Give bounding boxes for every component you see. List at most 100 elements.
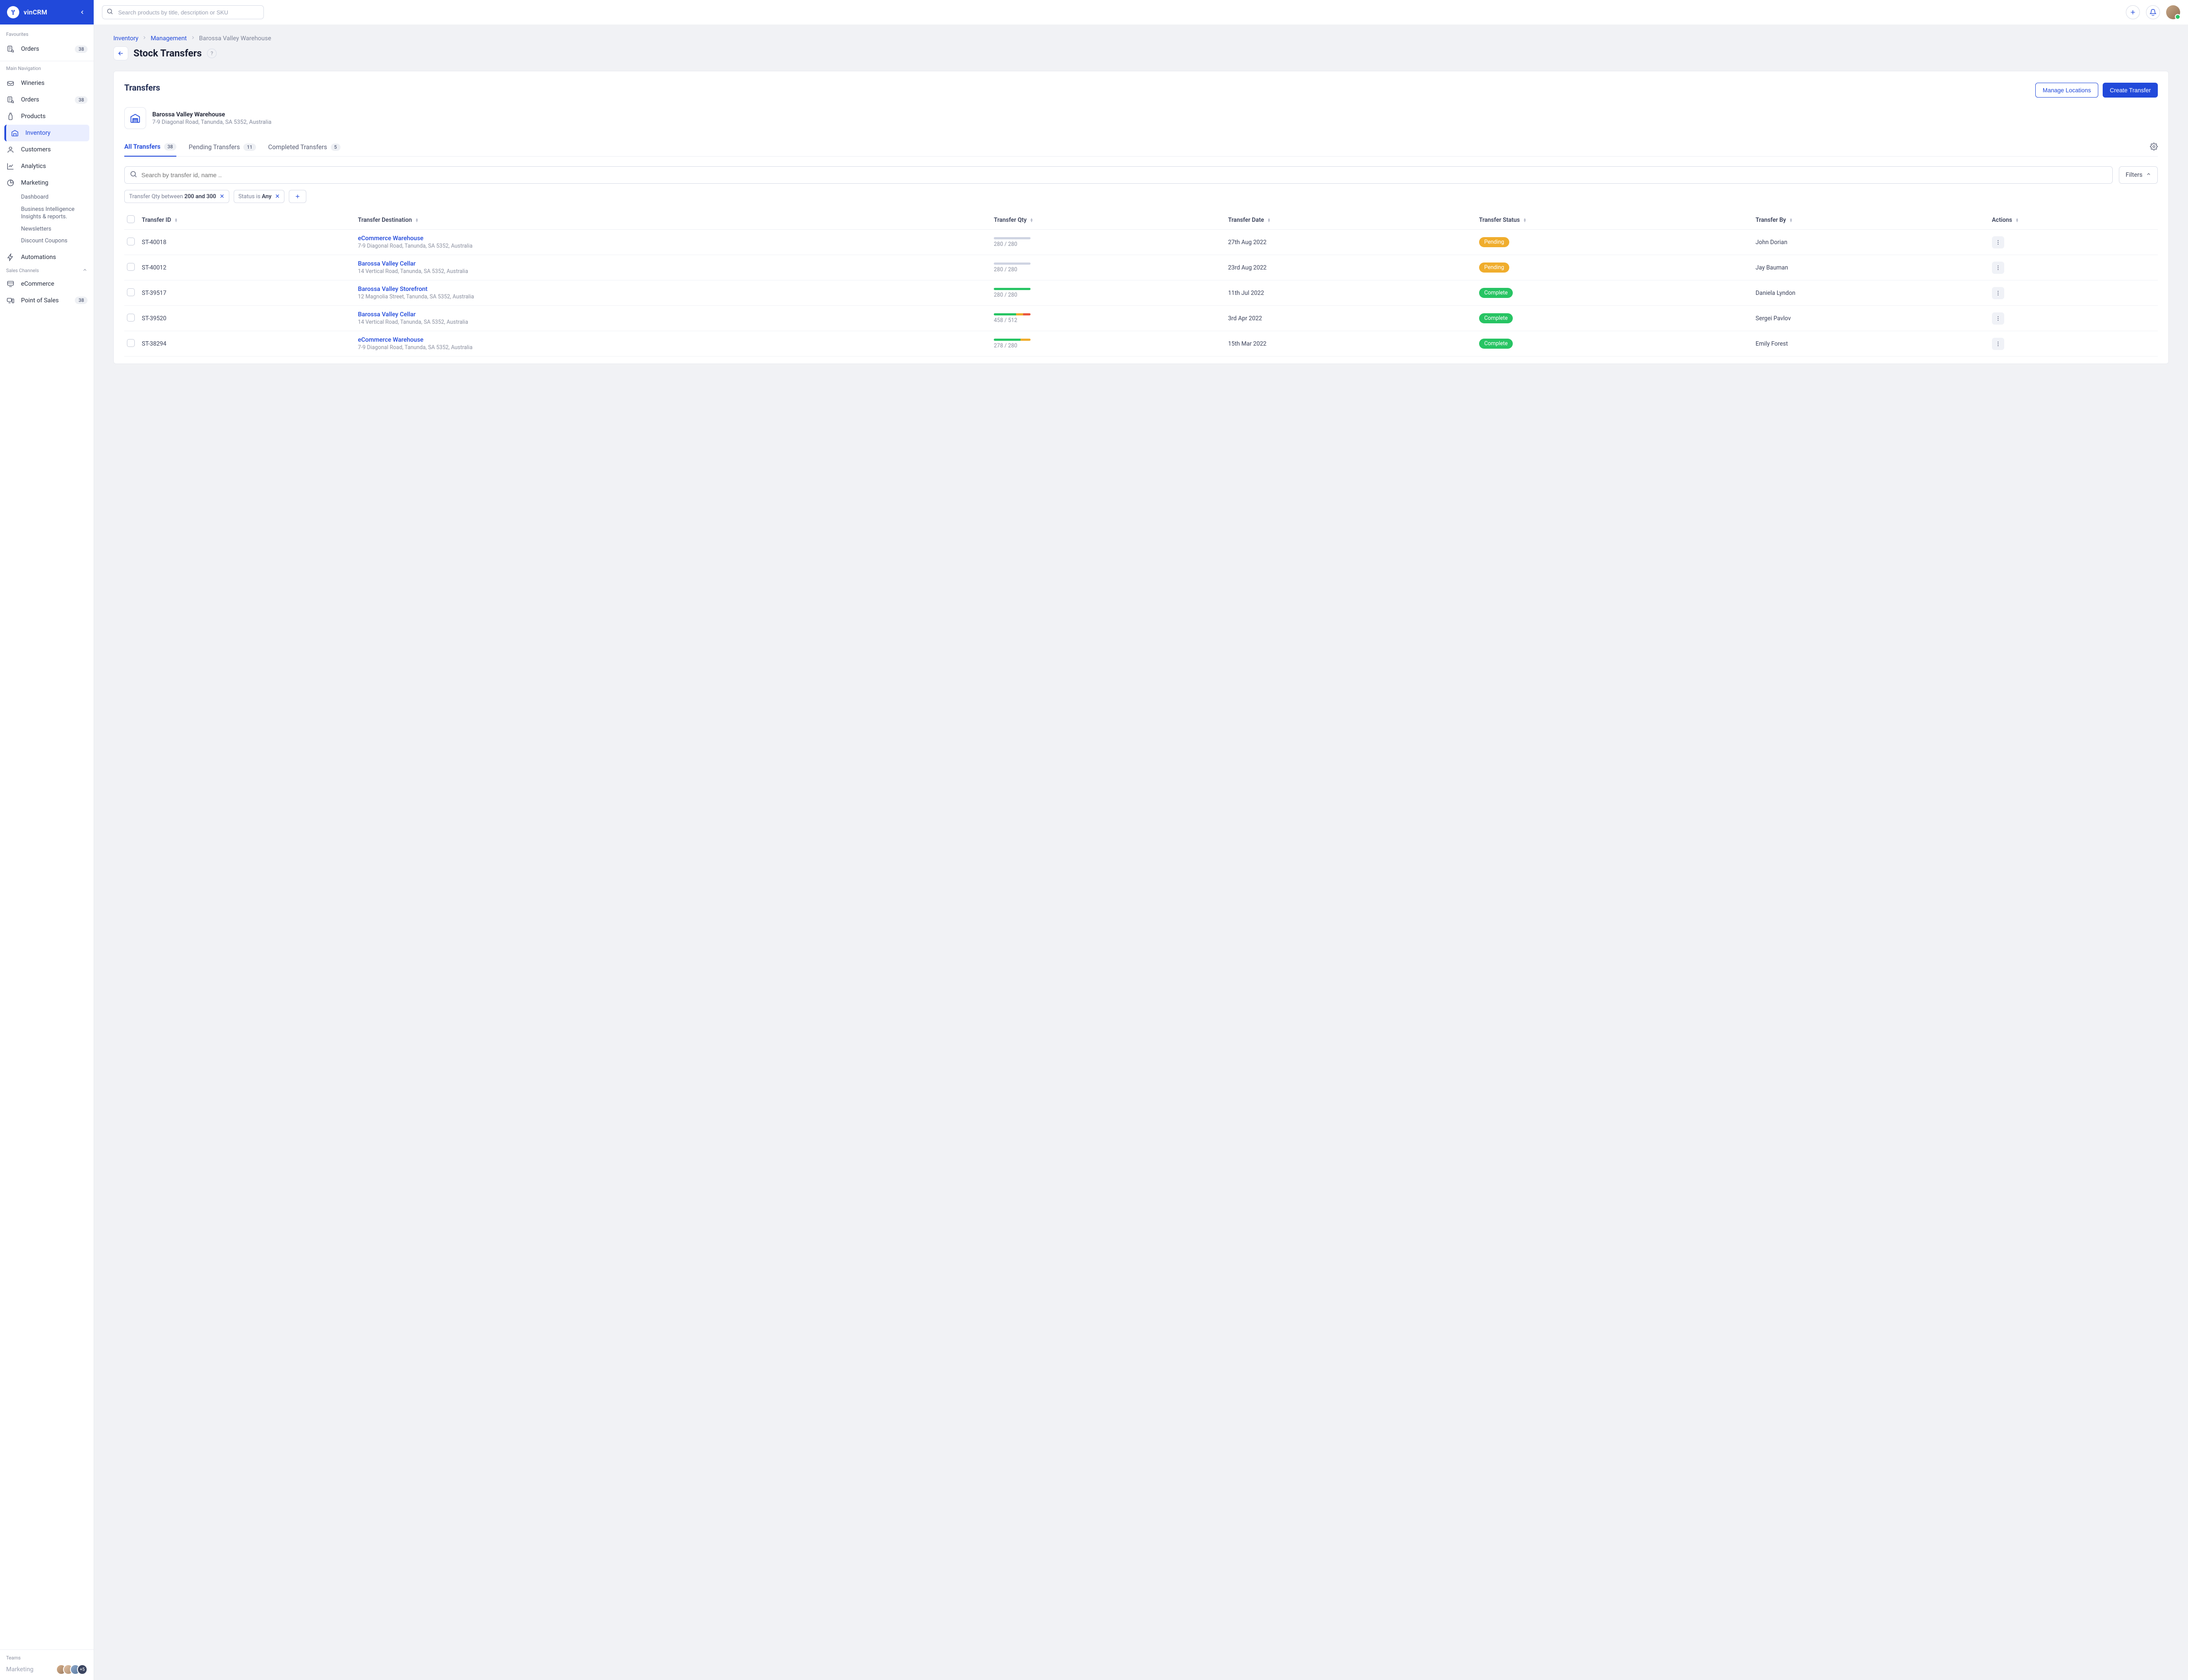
sidebar-item-badge: 38 — [75, 96, 88, 104]
add-filter-button[interactable] — [289, 190, 306, 203]
user-avatar[interactable] — [2166, 5, 2180, 19]
sidebar-item-pos[interactable]: Point of Sales38 — [0, 292, 94, 309]
transfer-by: Jay Bauman — [1753, 255, 1989, 280]
chevron-up-icon[interactable] — [82, 267, 88, 274]
transfer-qty: 458 / 512 — [994, 317, 1223, 324]
transfer-date: 23rd Aug 2022 — [1225, 255, 1476, 280]
sidebar-item-analytics[interactable]: Analytics — [0, 158, 94, 175]
transfer-id: ST-40012 — [139, 255, 355, 280]
team-avatars[interactable]: +5 — [56, 1664, 88, 1675]
manage-locations-button[interactable]: Manage Locations — [2035, 83, 2098, 98]
transfer-qty: 280 / 280 — [994, 266, 1223, 273]
transfers-table: Transfer ID ▲▼Transfer Destination ▲▼Tra… — [124, 211, 2158, 357]
pos-icon — [6, 296, 15, 305]
row-actions-button[interactable] — [1992, 262, 2004, 274]
sidebar-item-wineries[interactable]: Wineries — [0, 75, 94, 91]
back-button[interactable] — [113, 46, 128, 60]
transfer-search — [124, 166, 2113, 184]
products-icon — [6, 112, 15, 121]
transfer-search-input[interactable] — [124, 166, 2113, 184]
column-header[interactable]: Transfer Date ▲▼ — [1225, 211, 1476, 230]
tab[interactable]: All Transfers38 — [124, 139, 176, 157]
gear-icon[interactable] — [2150, 143, 2158, 152]
row-actions-button[interactable] — [1992, 338, 2004, 350]
app-logo[interactable]: vinCRM — [7, 6, 47, 18]
sidebar-item-label: Orders — [21, 96, 69, 103]
sidebar-subitem[interactable]: Business Intelligence Insights & reports… — [21, 203, 88, 223]
row-actions-button[interactable] — [1992, 287, 2004, 299]
add-button[interactable] — [2126, 5, 2140, 19]
sidebar-subitem[interactable]: Discount Coupons — [21, 235, 88, 247]
status-badge: Pending — [1479, 262, 1509, 273]
sidebar-item-orders[interactable]: Orders38 — [0, 41, 94, 57]
sidebar-item-orders[interactable]: Orders 38 — [0, 91, 94, 108]
sort-icon: ▲▼ — [415, 218, 419, 222]
sidebar-item-label: Orders — [21, 46, 69, 52]
column-header[interactable]: Transfer By ▲▼ — [1753, 211, 1989, 230]
destination-link[interactable]: Barossa Valley Cellar — [358, 260, 989, 267]
destination-link[interactable]: Barossa Valley Storefront — [358, 286, 989, 293]
column-header[interactable]: Transfer Destination ▲▼ — [355, 211, 991, 230]
tab[interactable]: Completed Transfers5 — [268, 139, 340, 156]
checkbox[interactable] — [127, 288, 135, 296]
breadcrumb-item[interactable]: Management — [151, 35, 186, 42]
sidebar-item-marketing[interactable]: Marketing — [0, 175, 94, 191]
column-header[interactable]: Transfer Status ▲▼ — [1476, 211, 1753, 230]
sidebar-item-label: Customers — [21, 146, 88, 153]
filters-button[interactable]: Filters — [2119, 166, 2158, 184]
search-input[interactable] — [102, 5, 264, 19]
tab[interactable]: Pending Transfers11 — [189, 139, 256, 156]
sidebar-subitem[interactable]: Dashboard — [21, 191, 88, 203]
breadcrumb-item[interactable]: Inventory — [113, 35, 138, 42]
row-actions-button[interactable] — [1992, 312, 2004, 325]
close-icon[interactable]: ✕ — [275, 193, 280, 200]
destination-link[interactable]: eCommerce Warehouse — [358, 336, 989, 343]
table-row: ST-39520Barossa Valley Cellar14 Vertical… — [124, 306, 2158, 331]
transfer-by: Daniela Lyndon — [1753, 280, 1989, 306]
column-header[interactable]: Actions ▲▼ — [1989, 211, 2158, 230]
team-name[interactable]: Marketing — [6, 1666, 34, 1673]
analytics-icon — [6, 162, 15, 171]
close-icon[interactable]: ✕ — [220, 193, 224, 200]
progress-bar — [994, 288, 1031, 290]
transfer-id: ST-39517 — [139, 280, 355, 306]
sidebar-subitem[interactable]: Newsletters — [21, 223, 88, 235]
help-button[interactable]: ? — [207, 49, 217, 58]
avatar-more[interactable]: +5 — [77, 1664, 88, 1675]
sidebar-collapse-icon[interactable] — [77, 7, 88, 18]
create-transfer-button[interactable]: Create Transfer — [2103, 83, 2158, 98]
table-row: ST-40012Barossa Valley Cellar14 Vertical… — [124, 255, 2158, 280]
notifications-button[interactable] — [2146, 5, 2160, 19]
destination-link[interactable]: eCommerce Warehouse — [358, 235, 989, 242]
section-sales-channels-label: Sales Channels — [6, 268, 39, 273]
checkbox[interactable] — [127, 238, 135, 245]
checkbox[interactable] — [127, 314, 135, 322]
sidebar-item-automations[interactable]: Automations — [0, 249, 94, 266]
wineries-icon — [6, 79, 15, 88]
orders-icon — [6, 45, 15, 53]
destination-address: 7-9 Diagonal Road, Tanunda, SA 5352, Aus… — [358, 344, 989, 351]
checkbox[interactable] — [127, 263, 135, 271]
transfer-date: 11th Jul 2022 — [1225, 280, 1476, 306]
progress-bar — [994, 262, 1031, 265]
customers-icon — [6, 145, 15, 154]
column-header[interactable]: Transfer ID ▲▼ — [139, 211, 355, 230]
checkbox-all[interactable] — [127, 215, 135, 223]
sidebar-item-ecommerce[interactable]: eCommerce — [0, 276, 94, 292]
warehouse-icon — [124, 107, 146, 129]
row-actions-button[interactable] — [1992, 236, 2004, 248]
sidebar-item-label: Analytics — [21, 163, 88, 170]
transfer-id: ST-40018 — [139, 230, 355, 255]
destination-link[interactable]: Barossa Valley Cellar — [358, 311, 989, 318]
checkbox[interactable] — [127, 339, 135, 347]
sort-icon: ▲▼ — [1789, 218, 1793, 222]
warehouse-name: Barossa Valley Warehouse — [152, 111, 271, 118]
ecommerce-icon — [6, 280, 15, 288]
column-header[interactable]: Transfer Qty ▲▼ — [991, 211, 1225, 230]
sidebar-teams: Teams Marketing +5 — [0, 1649, 94, 1680]
sidebar-item-inventory[interactable]: Inventory — [4, 125, 89, 141]
sidebar-item-products[interactable]: Products — [0, 108, 94, 125]
filter-chips: Transfer Qty between 200 and 300✕Status … — [124, 190, 2158, 203]
sidebar-item-customers[interactable]: Customers — [0, 141, 94, 158]
app-name: vinCRM — [24, 8, 47, 16]
